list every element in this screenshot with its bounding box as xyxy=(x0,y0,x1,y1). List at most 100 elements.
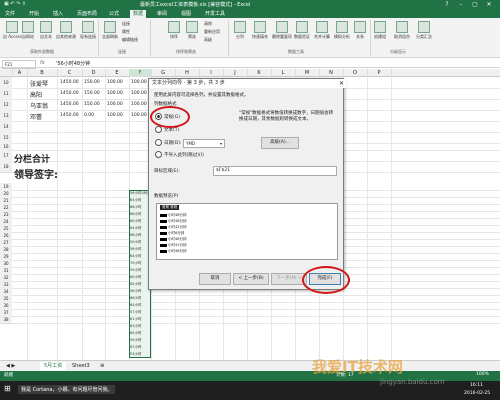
edit-links-button[interactable]: 编辑链接 xyxy=(122,37,138,43)
cell-value[interactable]: 1450.00 xyxy=(60,80,79,85)
cell-value[interactable]: 1450.00 xyxy=(60,102,79,107)
sort-button[interactable]: 排序 xyxy=(168,21,180,40)
text-to-columns-button[interactable]: 分列 xyxy=(234,21,246,40)
remove-duplicates-button[interactable]: 删除重复项 xyxy=(272,21,292,40)
cell-value[interactable]: 100.00 xyxy=(107,113,123,118)
connections-button[interactable]: 连接 xyxy=(122,21,130,27)
column-header[interactable]: P xyxy=(367,69,392,77)
reapply-button[interactable]: 重新应用 xyxy=(204,29,220,35)
tab-data[interactable]: 数据 xyxy=(130,10,147,18)
clear-button[interactable]: 清除 xyxy=(204,21,212,27)
column-header[interactable]: D xyxy=(82,69,106,77)
from-web-button[interactable]: 自网站 xyxy=(22,21,34,40)
cell-f[interactable]: 64小时 xyxy=(130,303,151,308)
employee-name[interactable]: 高阳 xyxy=(30,90,42,99)
column-header[interactable]: C xyxy=(57,69,83,77)
close-icon[interactable]: ✕ xyxy=(339,79,344,88)
maximize-button[interactable]: ▢ xyxy=(468,0,482,9)
consolidate-button[interactable]: 合并计算 xyxy=(314,21,330,40)
employee-name[interactable]: 张爱琴 xyxy=(30,79,48,88)
formula-input[interactable]: '56小时48分钟 xyxy=(56,60,90,67)
column-header[interactable]: B xyxy=(27,69,58,77)
cell-value[interactable]: 150.00 xyxy=(84,102,100,107)
column-header[interactable]: A xyxy=(12,69,28,77)
data-preview-box[interactable]: 常规 常规 小时48分钟 小时48分钟 小时42分钟 小时6分钟 小时48分钟 … xyxy=(156,203,338,260)
existing-connections-button[interactable]: 现有连接 xyxy=(80,21,96,40)
cell-value[interactable]: 0.00 xyxy=(84,113,94,118)
destination-input[interactable]: $F$21 xyxy=(213,166,337,176)
radio-date[interactable]: 日期(D): xyxy=(155,139,182,146)
cell-value[interactable]: 100.00 xyxy=(107,102,123,107)
tab-page-layout[interactable]: 页面布局 xyxy=(74,10,100,18)
column-header[interactable]: G xyxy=(151,69,176,77)
column-header[interactable]: L xyxy=(271,69,296,77)
from-text-button[interactable]: 自文本 xyxy=(40,21,52,40)
column-header[interactable]: O xyxy=(343,69,368,77)
from-access-button[interactable]: 自 Access xyxy=(3,21,22,40)
cell-value[interactable]: 100.00 xyxy=(131,102,147,107)
column-header[interactable]: K xyxy=(247,69,272,77)
minimize-button[interactable]: – xyxy=(454,0,468,9)
row-header[interactable]: 38 xyxy=(0,316,12,324)
cell-value[interactable]: 100.00 xyxy=(131,113,147,118)
employee-name[interactable]: 乌亚翁 xyxy=(30,101,48,110)
tab-home[interactable]: 开始 xyxy=(26,10,42,18)
column-header-selected[interactable]: F xyxy=(129,69,152,77)
close-button[interactable]: ✕ xyxy=(482,0,496,9)
preview-header[interactable]: 常规 常规 xyxy=(160,205,180,210)
column-header[interactable]: E xyxy=(105,69,130,77)
column-header[interactable]: M xyxy=(295,69,320,77)
cell-f[interactable]: 66小时 xyxy=(130,296,151,301)
tab-view[interactable]: 视图 xyxy=(178,10,194,18)
name-box[interactable]: F21 xyxy=(2,60,36,69)
cell-value[interactable]: 150.00 xyxy=(84,91,100,96)
advanced-filter-button[interactable]: 高级 xyxy=(204,37,212,43)
sheet-nav-arrows[interactable]: ◀ ▶ xyxy=(2,362,19,371)
cell-f[interactable]: 65小时 xyxy=(130,331,151,336)
cell-f[interactable]: 63小时 xyxy=(130,324,151,329)
column-header[interactable]: H xyxy=(175,69,200,77)
add-sheet-icon[interactable]: ⊕ xyxy=(96,362,108,371)
date-format-select[interactable]: YMD ▾ xyxy=(183,139,225,148)
cortana-search-box[interactable]: 我是 Cortana，小娜。有问题尽管问我。 xyxy=(18,385,116,394)
what-if-button[interactable]: 模拟分析 xyxy=(334,21,350,40)
ungroup-button[interactable]: 取消组合 xyxy=(394,21,410,40)
back-button[interactable]: < 上一步(B) xyxy=(233,273,269,285)
fx-icon[interactable]: fx xyxy=(40,60,45,66)
sheet-tab[interactable]: Sheet3 xyxy=(68,362,94,371)
row-header[interactable]: 18 xyxy=(0,161,12,173)
cell-f[interactable]: 67小时 xyxy=(130,345,151,350)
subtotal-button[interactable]: 分类汇总 xyxy=(416,21,432,40)
windows-start-icon[interactable]: ⊞ xyxy=(4,384,11,393)
cell-value[interactable]: 1450.00 xyxy=(60,91,79,96)
tab-insert[interactable]: 插入 xyxy=(50,10,66,18)
filter-button[interactable]: 筛选 xyxy=(186,21,198,40)
cell-value[interactable]: 100.00 xyxy=(107,80,123,85)
cancel-button[interactable]: 取消 xyxy=(199,273,231,285)
signature-label[interactable]: 领导签字: xyxy=(14,166,58,181)
tab-developer[interactable]: 开发工具 xyxy=(202,10,228,18)
cell-value[interactable]: 100.00 xyxy=(107,91,123,96)
column-header[interactable]: I xyxy=(199,69,224,77)
column-header[interactable]: J xyxy=(223,69,248,77)
from-other-sources-button[interactable]: 自其他来源 xyxy=(56,21,76,40)
column-header[interactable]: N xyxy=(319,69,344,77)
tab-file[interactable]: 文件 xyxy=(2,10,18,18)
advanced-button[interactable]: 高级(A)... xyxy=(261,137,299,149)
cell-value[interactable]: 100.00 xyxy=(131,80,147,85)
radio-skip[interactable]: 不导入此列(跳过)(I) xyxy=(155,151,204,158)
cell-f[interactable]: 57小时 xyxy=(130,310,151,315)
cell-f[interactable]: 59小时 xyxy=(130,338,151,343)
refresh-all-button[interactable]: 全部刷新 xyxy=(102,21,118,40)
data-validation-button[interactable]: 数据验证 xyxy=(294,21,310,40)
subtotal-label[interactable]: 分栏合计 xyxy=(14,152,50,165)
cell-value[interactable]: 1450.00 xyxy=(60,113,79,118)
cell-value[interactable]: 150.00 xyxy=(84,80,100,85)
cell-f[interactable]: 53小时 xyxy=(130,352,151,357)
cell-value[interactable]: 100.00 xyxy=(131,91,147,96)
group-button[interactable]: 创建组 xyxy=(374,21,386,40)
quick-access-toolbar[interactable]: ▣ ↶ ↷ ⇧ xyxy=(4,1,26,7)
employee-name[interactable]: 邓蕾 xyxy=(30,112,42,121)
tab-review[interactable]: 审阅 xyxy=(154,10,170,18)
properties-button[interactable]: 属性 xyxy=(122,29,130,35)
